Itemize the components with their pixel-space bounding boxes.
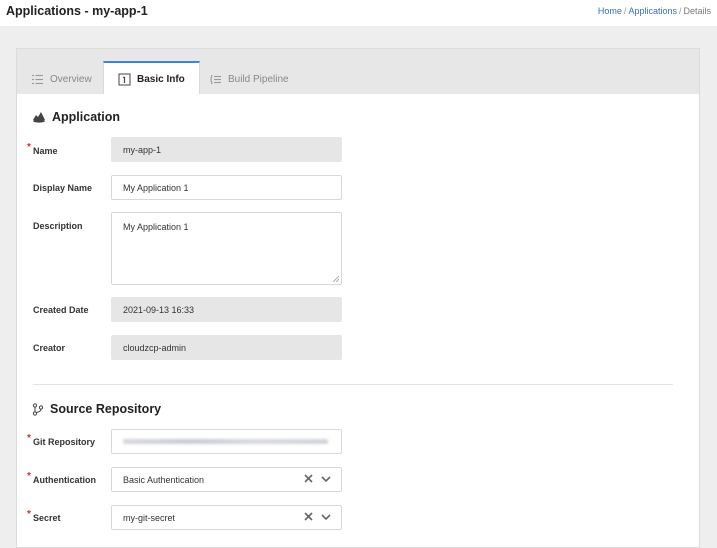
select-controls bbox=[304, 512, 331, 521]
info-box-icon bbox=[118, 73, 131, 85]
authentication-label: Authentication bbox=[33, 475, 96, 485]
git-repository-input[interactable] bbox=[111, 429, 342, 454]
creator-field: cloudzcp-admin bbox=[111, 335, 342, 360]
created-date-label: Created Date bbox=[33, 305, 89, 315]
tab-overview[interactable]: Overview bbox=[17, 63, 106, 95]
description-value: My Application 1 bbox=[123, 222, 189, 232]
name-field: my-app-1 bbox=[111, 137, 342, 162]
tab-build-pipeline-label: Build Pipeline bbox=[228, 73, 289, 85]
section-application-label: Application bbox=[52, 110, 121, 124]
creator-label: Creator bbox=[33, 343, 66, 353]
secret-label: Secret bbox=[33, 513, 61, 523]
created-date-value: 2021-09-13 16:33 bbox=[123, 304, 195, 315]
git-repository-value-redacted bbox=[123, 439, 328, 444]
git-repository-label: Git Repository bbox=[33, 437, 96, 447]
resize-grip-icon[interactable] bbox=[332, 275, 339, 282]
secret-value: my-git-secret bbox=[123, 512, 176, 523]
authentication-select[interactable]: Basic Authentication bbox=[111, 467, 342, 492]
tab-build-pipeline[interactable]: Build Pipeline bbox=[195, 63, 303, 95]
display-name-label: Display Name bbox=[33, 183, 93, 193]
name-label: Name bbox=[33, 146, 58, 156]
tab-bar: Overview Basic Info Build Pipeline bbox=[16, 48, 700, 95]
git-branch-icon bbox=[32, 402, 44, 416]
top-bar: Applications - my-app-1 Home / Application… bbox=[0, 0, 717, 26]
breadcrumb: Home / Applications / Details bbox=[598, 6, 711, 16]
breadcrumb-home[interactable]: Home bbox=[598, 6, 622, 16]
description-textarea[interactable]: My Application 1 bbox=[111, 212, 342, 285]
required-marker: * bbox=[27, 509, 31, 520]
application-icon bbox=[33, 112, 45, 123]
section-application-title: Application bbox=[32, 110, 120, 124]
required-marker: * bbox=[27, 433, 31, 444]
name-value: my-app-1 bbox=[123, 144, 162, 155]
breadcrumb-details: Details bbox=[683, 6, 711, 16]
secret-select[interactable]: my-git-secret bbox=[111, 505, 342, 530]
display-name-input[interactable]: My Application 1 bbox=[111, 175, 342, 200]
breadcrumb-separator: / bbox=[678, 6, 682, 16]
tab-overview-label: Overview bbox=[50, 73, 92, 85]
select-controls bbox=[304, 474, 331, 483]
tab-basic-info-label: Basic Info bbox=[137, 73, 185, 85]
clear-icon[interactable] bbox=[304, 474, 313, 483]
display-name-value: My Application 1 bbox=[123, 182, 189, 193]
required-marker: * bbox=[27, 471, 31, 482]
description-label: Description bbox=[33, 221, 83, 231]
chevron-down-icon[interactable] bbox=[321, 513, 331, 521]
authentication-value: Basic Authentication bbox=[123, 474, 205, 485]
section-divider bbox=[33, 384, 673, 385]
clear-icon[interactable] bbox=[304, 512, 313, 521]
section-source-repository-label: Source Repository bbox=[50, 402, 162, 416]
breadcrumb-separator: / bbox=[623, 6, 627, 16]
list-icon bbox=[32, 74, 43, 84]
page-title: Applications - my-app-1 bbox=[6, 4, 148, 18]
created-date-field: 2021-09-13 16:33 bbox=[111, 297, 342, 322]
tab-basic-info[interactable]: Basic Info bbox=[103, 61, 200, 95]
required-marker: * bbox=[27, 142, 31, 153]
section-source-repository-title: Source Repository bbox=[32, 402, 161, 416]
breadcrumb-applications[interactable]: Applications bbox=[628, 6, 677, 16]
creator-value: cloudzcp-admin bbox=[123, 342, 187, 353]
pipeline-icon bbox=[210, 74, 221, 84]
chevron-down-icon[interactable] bbox=[321, 475, 331, 483]
